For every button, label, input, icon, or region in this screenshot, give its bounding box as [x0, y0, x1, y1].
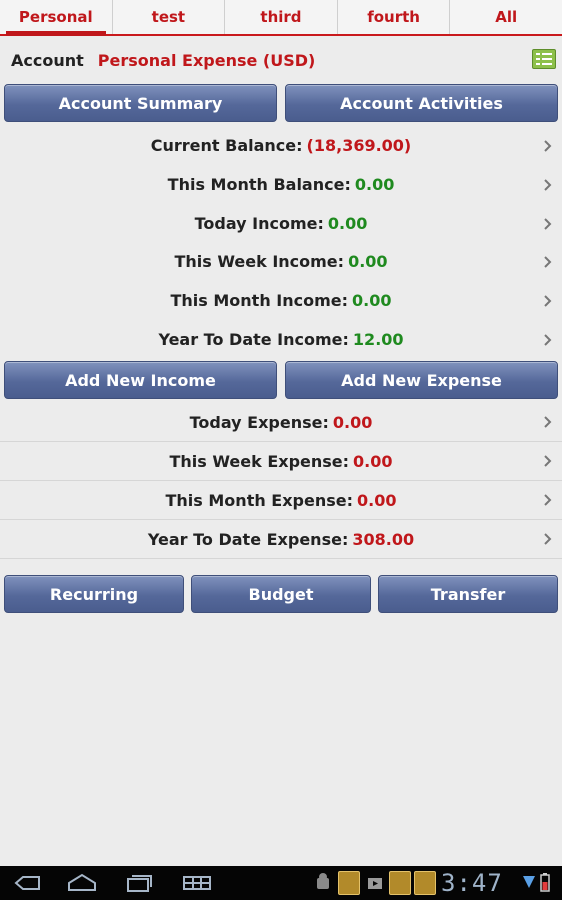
tab-all[interactable]: All [450, 0, 562, 34]
chevron-right-icon [544, 178, 552, 191]
row-label: Today Expense: [189, 412, 329, 432]
year-to-date-expense-row[interactable]: Year To Date Expense: 308.00 [0, 520, 562, 559]
recurring-button[interactable]: Recurring [4, 575, 184, 613]
row-value: 308.00 [352, 529, 415, 549]
home-icon[interactable] [66, 872, 98, 894]
year-to-date-income-row[interactable]: Year To Date Income: 12.00 [0, 320, 562, 359]
row-label: This Week Expense: [169, 451, 350, 471]
this-month-expense-row[interactable]: This Month Expense: 0.00 [0, 481, 562, 520]
row-value: 0.00 [327, 214, 368, 233]
chevron-right-icon [544, 139, 552, 152]
row-value: (18,369.00) [306, 136, 412, 155]
tab-third[interactable]: third [225, 0, 338, 34]
chevron-right-icon [544, 333, 552, 346]
account-summary-button[interactable]: Account Summary [4, 84, 277, 122]
this-week-income-row[interactable]: This Week Income: 0.00 [0, 242, 562, 281]
row-value: 0.00 [354, 175, 395, 194]
account-name[interactable]: Personal Expense (USD) [98, 51, 316, 70]
notification-thumbnail-icon [338, 871, 360, 895]
row-value: 12.00 [352, 330, 404, 349]
add-new-expense-button[interactable]: Add New Expense [285, 361, 558, 399]
row-label: This Month Income: [170, 291, 349, 310]
wifi-icon [523, 876, 535, 888]
row-label: This Week Income: [174, 252, 345, 271]
today-expense-row[interactable]: Today Expense: 0.00 [0, 403, 562, 442]
account-header: Account Personal Expense (USD) [0, 40, 562, 80]
row-label: Year To Date Income: [158, 330, 349, 349]
add-new-income-button[interactable]: Add New Income [4, 361, 277, 399]
chevron-right-icon [544, 533, 552, 545]
this-month-income-row[interactable]: This Month Income: 0.00 [0, 281, 562, 320]
row-label: Current Balance: [150, 136, 303, 155]
row-value: 0.00 [353, 451, 393, 471]
row-label: This Month Balance: [167, 175, 351, 194]
chevron-right-icon [544, 494, 552, 506]
notification-thumbnail-icon [414, 871, 436, 895]
chevron-right-icon [544, 455, 552, 467]
row-value: 0.00 [352, 291, 392, 310]
row-value: 0.00 [348, 252, 388, 271]
recent-apps-icon[interactable] [124, 872, 154, 894]
current-balance-row[interactable]: Current Balance: (18,369.00) [0, 126, 562, 165]
android-debug-icon [317, 873, 329, 889]
this-week-expense-row[interactable]: This Week Expense: 0.00 [0, 442, 562, 481]
row-label: This Month Expense: [165, 490, 354, 510]
row-value: 0.00 [357, 490, 397, 510]
chevron-right-icon [544, 217, 552, 230]
account-tabs: Personal test third fourth All [0, 0, 562, 36]
back-icon[interactable] [12, 872, 42, 894]
account-activities-button[interactable]: Account Activities [285, 84, 558, 122]
chevron-right-icon [544, 416, 552, 428]
row-value: 0.00 [332, 412, 373, 432]
transfer-button[interactable]: Transfer [378, 575, 558, 613]
chevron-right-icon [544, 255, 552, 268]
notification-thumbnail-icon [389, 871, 411, 895]
today-income-row[interactable]: Today Income: 0.00 [0, 204, 562, 243]
row-label: Year To Date Expense: [147, 529, 349, 549]
tab-fourth[interactable]: fourth [338, 0, 451, 34]
tab-test[interactable]: test [113, 0, 226, 34]
menu-grid-icon[interactable] [182, 872, 212, 894]
status-clock: 3:47 [441, 869, 503, 897]
tab-personal[interactable]: Personal [0, 0, 113, 36]
chevron-right-icon [544, 294, 552, 307]
account-label: Account [11, 50, 84, 70]
list-view-icon[interactable] [532, 49, 556, 69]
system-navigation-bar: 3:47 [0, 866, 562, 900]
battery-icon [540, 873, 550, 892]
budget-button[interactable]: Budget [191, 575, 371, 613]
this-month-balance-row[interactable]: This Month Balance: 0.00 [0, 165, 562, 204]
media-bag-icon [368, 878, 382, 889]
row-label: Today Income: [194, 214, 324, 233]
